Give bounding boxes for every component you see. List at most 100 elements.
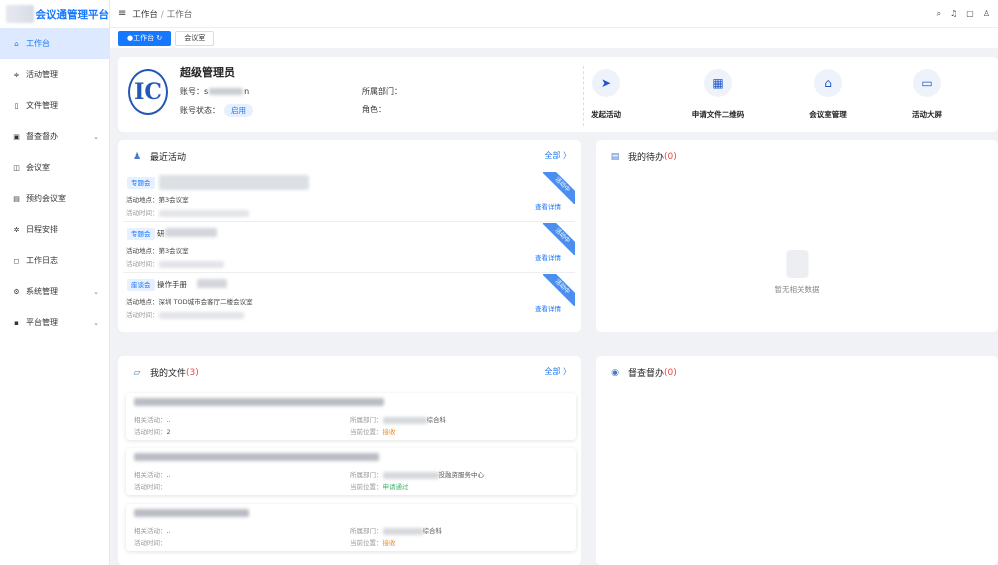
activity-item[interactable]: 专题会 研 活动地点：第3会议室 活动时间： 活动中 查看详情 <box>123 223 575 273</box>
place-value: 第3会议室 <box>158 247 189 255</box>
tab-workbench[interactable]: ● 工作台 ↻ <box>118 30 172 46</box>
activity-title-redacted <box>165 228 217 237</box>
activity-tag: 专题会 <box>127 177 155 189</box>
time-value: 2 <box>166 428 171 436</box>
app-logo[interactable]: 会议通管理平台 <box>0 0 109 28</box>
door-icon: ◫ <box>13 163 20 172</box>
supervise-card: ◉ 督查督办 (0) <box>596 356 998 565</box>
sidebar-item-supervise[interactable]: ▣ 督查督办 ⌄ <box>0 121 109 152</box>
sliders-icon: ≑ <box>13 70 20 79</box>
sidebar-item-schedule[interactable]: ✲ 日程安排 <box>0 214 109 245</box>
ribbon-label: 活动中 <box>543 172 575 204</box>
dept-value: 投融资服务中心 <box>438 471 485 479</box>
file-item[interactable]: 相关活动：.. 活动时间： 所属部门： 投融资服务中心 当前位置：申请通过 <box>126 448 576 495</box>
file-item[interactable]: 相关活动：.. 活动时间： 所属部门： 综合科 当前位置：接收 <box>126 504 576 551</box>
file-position: 当前位置：申请通过 <box>350 481 409 491</box>
search-icon[interactable]: ⌕ <box>937 9 941 19</box>
file-related: 相关活动：.. <box>134 525 171 535</box>
sidebar-item-label: 日程安排 <box>26 225 58 234</box>
place-value: 第3会议室 <box>158 196 189 204</box>
place-label: 活动地点： <box>126 247 159 255</box>
activity-title-redacted <box>159 175 309 190</box>
user-icon[interactable]: ♙ <box>983 9 990 19</box>
activity-item[interactable]: 座谈会 操作手册 活动地点：深圳 TOD城市会客厅二楼会议室 活动时间： 活动中… <box>123 274 575 324</box>
view-all-link[interactable]: 全部 〉 <box>544 366 571 377</box>
quick-action-big-screen[interactable]: ▭ 活动大屏 <box>887 69 967 120</box>
dept-label: 所属部门： <box>362 87 402 96</box>
file-dept: 所属部门： 综合科 <box>350 414 446 424</box>
related-value: .. <box>166 416 171 424</box>
qrcode-icon: ▦ <box>704 69 732 97</box>
card-title: ▱ 我的文件 (3) <box>131 366 199 380</box>
view-all-link[interactable]: 全部 〉 <box>544 150 571 161</box>
sidebar-item-workbench[interactable]: ⌂ 工作台 <box>0 28 109 59</box>
time-label: 活动时间： <box>126 209 159 217</box>
view-detail-link[interactable]: 查看详情 <box>535 201 561 211</box>
sidebar-item-booking[interactable]: ▤ 预约会议室 <box>0 183 109 214</box>
activity-tag: 专题会 <box>127 228 155 240</box>
sidebar-item-platform[interactable]: ▪ 平台管理 ⌄ <box>0 307 109 338</box>
message-icon[interactable]: ▢ <box>966 9 974 19</box>
empty-state: 暂无相关数据 <box>775 250 820 295</box>
breadcrumb: 工作台 / 工作台 <box>132 8 192 20</box>
time-redacted <box>158 209 249 217</box>
file-title-redacted <box>134 453 379 461</box>
file-time: 活动时间： <box>134 481 167 491</box>
avatar: IC <box>128 69 168 115</box>
sidebar-item-meeting-room[interactable]: ◫ 会议室 <box>0 152 109 183</box>
status-row: 账号状态： 启用 <box>180 104 253 117</box>
file-item[interactable]: 相关活动：.. 活动时间：2 所属部门： 综合科 当前位置：接收 <box>126 393 576 440</box>
quick-action-start-activity[interactable]: ➤ 发起活动 <box>566 69 646 120</box>
quick-action-qrcode[interactable]: ▦ 申请文件二维码 <box>678 69 758 120</box>
time-redacted <box>158 260 224 268</box>
quick-action-label: 申请文件二维码 <box>691 110 745 119</box>
menu-toggle-icon[interactable]: ≡ <box>118 8 126 19</box>
breadcrumb-item[interactable]: 工作台 <box>132 10 158 20</box>
dept-value: 综合科 <box>422 527 443 535</box>
sidebar-item-activity[interactable]: ≑ 活动管理 <box>0 59 109 90</box>
card-title: ▤ 我的待办 (0) <box>609 150 677 164</box>
activity-tag: 座谈会 <box>127 279 155 291</box>
sidebar-item-label: 预约会议室 <box>26 194 66 203</box>
todo-count: (0) <box>664 151 677 162</box>
place-label: 活动地点： <box>126 298 159 306</box>
activity-item[interactable]: 专题会 活动地点：第3会议室 活动时间： 活动中 查看详情 <box>123 172 575 222</box>
refresh-icon[interactable]: ↻ <box>156 34 162 42</box>
book-icon: ◻ <box>13 256 20 265</box>
status-badge: 启用 <box>224 104 253 117</box>
todo-title: 我的待办 <box>628 153 665 163</box>
person-icon: ♟ <box>132 151 142 162</box>
status-ribbon: 活动中 <box>543 223 575 255</box>
dept-redacted <box>382 471 439 479</box>
supervise-count: (0) <box>664 367 677 378</box>
settings-icon: ⚙ <box>13 287 20 296</box>
time-label: 活动时间： <box>134 428 167 436</box>
pos-label: 当前位置： <box>350 539 383 547</box>
sidebar-item-files[interactable]: ▯ 文件管理 <box>0 90 109 121</box>
sidebar-item-label: 平台管理 <box>26 318 58 327</box>
activity-place: 活动地点：第3会议室 <box>126 194 189 204</box>
tab-label: 工作台 <box>133 34 155 42</box>
dept-label: 所属部门： <box>350 416 383 424</box>
tab-meeting-room[interactable]: 会议室 <box>175 30 215 46</box>
view-detail-link[interactable]: 查看详情 <box>535 303 561 313</box>
sidebar-item-system[interactable]: ⚙ 系统管理 ⌄ <box>0 276 109 307</box>
sidebar: 会议通管理平台 ⌂ 工作台 ≑ 活动管理 ▯ 文件管理 ▣ 督查督办 ⌄ ◫ 会… <box>0 0 110 565</box>
my-files-card: ▱ 我的文件 (3) 全部 〉 相关活动：.. 活动时间：2 所属部门： 综合科 当… <box>118 356 581 565</box>
quick-action-room-manage[interactable]: ⌂ 会议室管理 <box>788 69 868 120</box>
files-count: (3) <box>186 367 199 378</box>
bell-icon[interactable]: ♫ <box>950 9 957 19</box>
activity-title-redacted <box>197 279 227 288</box>
sidebar-item-worklog[interactable]: ◻ 工作日志 <box>0 245 109 276</box>
role-label: 角色： <box>362 105 386 114</box>
files-title: 我的文件 <box>150 369 187 379</box>
send-icon: ➤ <box>592 69 620 97</box>
pos-value: 申请通过 <box>382 483 409 491</box>
dept-value: 综合科 <box>426 416 447 424</box>
view-detail-link[interactable]: 查看详情 <box>535 252 561 262</box>
file-dept: 所属部门： 投融资服务中心 <box>350 469 484 479</box>
card-title: ♟ 最近活动 <box>131 150 186 164</box>
profile-name: 超级管理员 <box>180 66 235 79</box>
related-label: 相关活动： <box>134 416 167 424</box>
sidebar-item-label: 会议室 <box>26 163 50 172</box>
